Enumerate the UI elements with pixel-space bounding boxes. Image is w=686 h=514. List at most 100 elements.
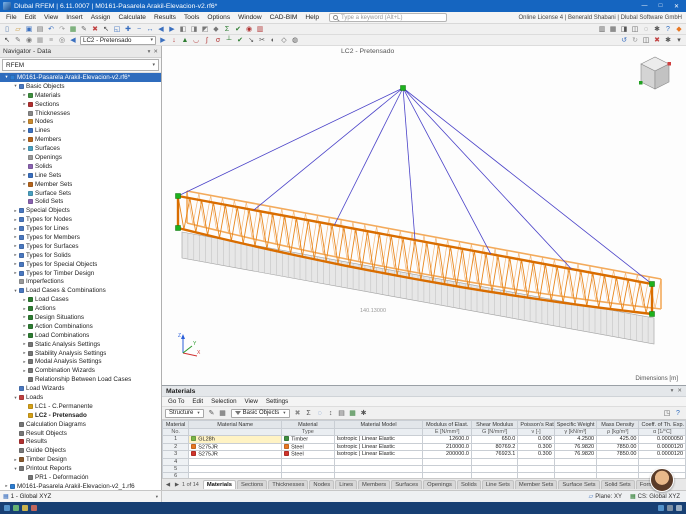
material-gamma-cell[interactable]: 4.2500: [553, 435, 598, 444]
empty-cell[interactable]: [188, 457, 283, 466]
table-settings-icon[interactable]: ✱: [359, 408, 369, 418]
tree-item-solid-sets[interactable]: Solid Sets: [0, 197, 161, 206]
search-table-icon[interactable]: ◌: [315, 408, 325, 418]
guidelines-icon[interactable]: ≡: [46, 35, 56, 45]
tree-expand-icon[interactable]: ▸: [21, 332, 28, 338]
open-model-icon[interactable]: ▱: [13, 24, 23, 34]
tree-item-members[interactable]: ▸ Members: [0, 135, 161, 144]
tree-item-types-for-lines[interactable]: ▸ Types for Lines: [0, 224, 161, 233]
material-alpha-cell[interactable]: 0.0000050: [638, 435, 686, 444]
select-icon[interactable]: ↖: [101, 24, 111, 34]
tree-expand-icon[interactable]: ▸: [12, 208, 19, 214]
close-icon[interactable]: ✕: [153, 49, 158, 55]
menu-help[interactable]: Help: [301, 14, 323, 21]
new-model-icon[interactable]: ▯: [2, 24, 12, 34]
material-nu-cell[interactable]: 0.300: [517, 450, 555, 459]
save-model-icon[interactable]: ▣: [24, 24, 34, 34]
clear-filter-icon[interactable]: ✖: [293, 408, 303, 418]
menu-assign[interactable]: Assign: [87, 14, 115, 21]
taskbar-app-icon[interactable]: [22, 505, 28, 511]
tree-item-results[interactable]: Results: [0, 438, 161, 447]
tree-item-load-wizards[interactable]: Load Wizards: [0, 384, 161, 393]
expand-table-icon[interactable]: ◳: [662, 408, 672, 418]
tree-item-design-situations[interactable]: ▸ Design Situations: [0, 313, 161, 322]
next-view-icon[interactable]: ▶: [167, 24, 177, 34]
pin-toolbar-icon[interactable]: ▾: [674, 35, 684, 45]
tree-item-printout-reports[interactable]: ▾ Printout Reports: [0, 464, 161, 473]
table-tab-solid-sets[interactable]: Solid Sets: [600, 480, 635, 489]
calculate-all-icon[interactable]: ✔: [233, 24, 243, 34]
tree-item-basic-objects[interactable]: ▾ Basic Objects: [0, 82, 161, 91]
tree-item-sections[interactable]: ▸ Sections: [0, 100, 161, 109]
input-table-icon[interactable]: ▦: [68, 24, 78, 34]
navigator-root-select[interactable]: RFEM ▾: [2, 59, 159, 71]
tree-item-member-sets[interactable]: ▸ Member Sets: [0, 180, 161, 189]
material-gamma-cell[interactable]: 76.9820: [553, 450, 598, 459]
taskbar-app-icon[interactable]: [13, 505, 19, 511]
close-icon[interactable]: ✕: [670, 1, 683, 11]
tree-expand-icon[interactable]: ▸: [21, 368, 28, 374]
next-load-case-icon[interactable]: ▶: [158, 35, 168, 45]
material-gamma-cell[interactable]: 76.9820: [553, 442, 598, 451]
table-tab-solids[interactable]: Solids: [456, 480, 481, 489]
table-prev-icon[interactable]: ◀: [164, 482, 172, 488]
zoom-out-icon[interactable]: −: [134, 24, 144, 34]
maximize-icon[interactable]: □: [654, 1, 667, 11]
material-name-cell[interactable]: S275JR: [188, 450, 283, 459]
tree-expand-icon[interactable]: ▸: [21, 314, 28, 320]
zoom-window-icon[interactable]: ◱: [112, 24, 122, 34]
material-E-cell[interactable]: 210000.0: [422, 442, 472, 451]
tree-item-modal-analysis-settings[interactable]: ▸ Modal Analysis Settings: [0, 358, 161, 367]
tree-collapse-icon[interactable]: ▾: [12, 83, 19, 89]
tree-item-materials[interactable]: ▸ Materials: [0, 91, 161, 100]
tree-item-lc2-pretensado[interactable]: LC2 - Pretensado: [0, 411, 161, 420]
menu-tools[interactable]: Tools: [180, 14, 203, 21]
tree-item-calculation-diagrams[interactable]: Calculation Diagrams: [0, 420, 161, 429]
tree-item-lc1-c-permanente[interactable]: LC1 - C.Permanente: [0, 402, 161, 411]
menu-insert[interactable]: Insert: [62, 14, 87, 21]
clipping-box-icon[interactable]: ✂: [257, 35, 267, 45]
material-G-cell[interactable]: 80769.2: [470, 442, 519, 451]
tree-item-solids[interactable]: Solids: [0, 162, 161, 171]
empty-cell[interactable]: [553, 457, 598, 466]
table-tab-members[interactable]: Members: [358, 480, 391, 489]
close-panel-icon[interactable]: ✕: [677, 388, 682, 394]
material-type-cell[interactable]: Steel: [281, 450, 335, 459]
status-cs-global-xyz[interactable]: ▦ CS: Global XYZ: [630, 494, 680, 500]
view-z-icon[interactable]: ◩: [200, 24, 210, 34]
tree-item-openings[interactable]: Openings: [0, 153, 161, 162]
tree-collapse-icon[interactable]: ▾: [12, 466, 19, 472]
empty-cell[interactable]: [596, 464, 640, 473]
material-name-cell[interactable]: S275JR: [188, 442, 283, 451]
search-input[interactable]: Type a keyword (Alt+L): [328, 13, 447, 22]
tree-expand-icon[interactable]: ▸: [12, 226, 19, 232]
redo-view-icon[interactable]: ↻: [630, 35, 640, 45]
measure-icon[interactable]: ↘: [246, 35, 256, 45]
minimize-icon[interactable]: —: [638, 1, 651, 11]
tree-collapse-icon[interactable]: ▾: [12, 288, 19, 294]
tree-item-types-for-solids[interactable]: ▸ Types for Solids: [0, 251, 161, 260]
data-navigator-icon[interactable]: ▥: [597, 24, 607, 34]
table-tab-line-sets[interactable]: Line Sets: [481, 480, 514, 489]
tree-item-m0161-pasarela-arakil-elevacion-v2-rf6[interactable]: ▾ M0161-Pasarela Arakil-Elevacion-v2.rf6*: [0, 73, 161, 82]
tree-item-types-for-timber-design[interactable]: ▸ Types for Timber Design: [0, 269, 161, 278]
materials-menu-go-to[interactable]: Go To: [164, 398, 188, 405]
material-no-cell[interactable]: 3: [162, 450, 190, 459]
table-help-icon[interactable]: ?: [673, 408, 683, 418]
menu-results[interactable]: Results: [150, 14, 180, 21]
taskbar-tray-icon[interactable]: [667, 505, 673, 511]
material-E-cell[interactable]: 200000.0: [422, 450, 472, 459]
table-tab-openings[interactable]: Openings: [423, 480, 456, 489]
taskbar-app-icon[interactable]: [4, 505, 10, 511]
material-no-cell[interactable]: 1: [162, 435, 190, 444]
material-G-cell[interactable]: 650.0: [470, 435, 519, 444]
material-alpha-cell[interactable]: 0.0000120: [638, 450, 686, 459]
show-supports-icon[interactable]: ▲: [180, 35, 190, 45]
tree-item-m0161-pasarela-arakil-elevacion-v2-1-rf6[interactable]: ▸ M0161-Pasarela Arakil-Elevacion-v2_1.rf…: [0, 482, 161, 490]
empty-cell[interactable]: [638, 457, 686, 466]
table-next-icon[interactable]: ▶: [173, 482, 181, 488]
empty-cell[interactable]: [596, 457, 640, 466]
load-case-select[interactable]: LC2 - Pretensado ▾: [80, 35, 156, 45]
support-reactions-icon[interactable]: ┴: [224, 35, 234, 45]
tree-expand-icon[interactable]: ▸: [21, 181, 28, 187]
